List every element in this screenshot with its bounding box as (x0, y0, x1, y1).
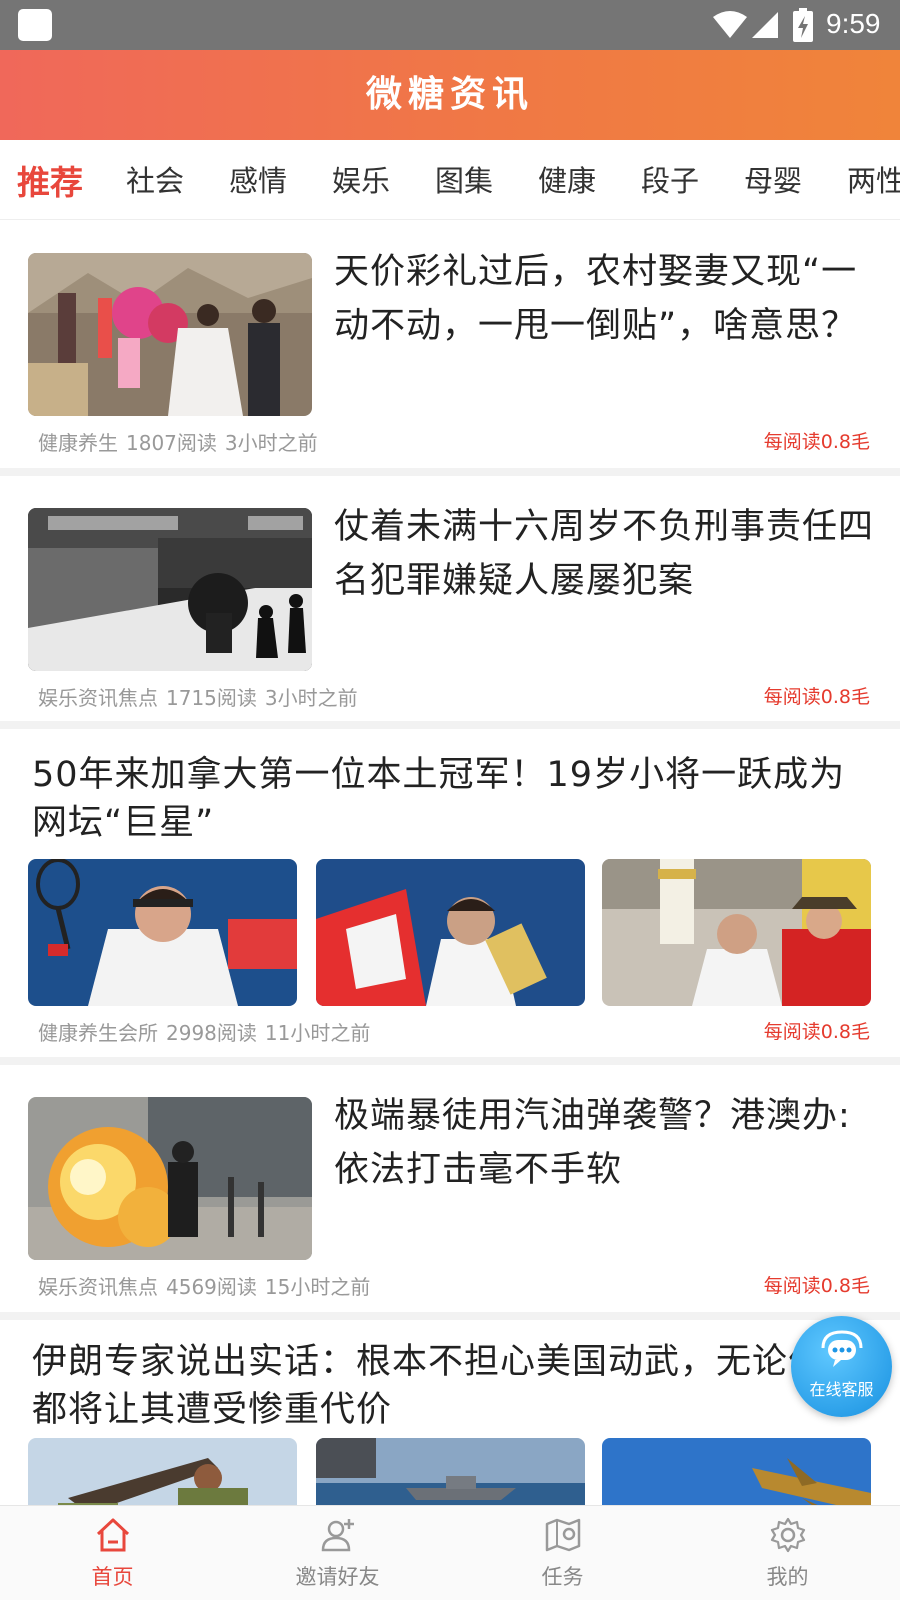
article-source: 娱乐资讯焦点 (38, 1275, 158, 1299)
page-title: 微糖资讯 (365, 74, 534, 115)
category-tabs: 推荐 社会 感情 娱乐 图集 健康 段子 母婴 两性 (0, 140, 900, 220)
news-item[interactable]: 50年来加拿大第一位本土冠军！19岁小将一跃成为网坛“巨星” 健康养生会所 29… (0, 729, 900, 1057)
nav-me-label: 我的 (766, 1565, 809, 1589)
tab-maternal[interactable]: 母婴 (744, 158, 802, 200)
article-meta: 娱乐资讯焦点 1715阅读 3小时之前 (38, 682, 366, 711)
article-time: 15小时之前 (264, 1275, 371, 1299)
tab-recommend[interactable]: 推荐 (17, 156, 83, 204)
chat-headset-icon (821, 1330, 863, 1367)
article-title[interactable]: 伊朗专家说出实话：根本不担心美国动武，无论何时都将让其遭受惨重代价 (32, 1338, 872, 1434)
surveillance-photo[interactable] (28, 508, 312, 671)
app-notification-icon (18, 9, 52, 41)
article-reads: 1807阅读 (126, 431, 217, 455)
news-item[interactable]: 仗着未满十六周岁不负刑事责任四名犯罪嫌疑人屡屡犯案 娱乐资讯焦点 1715阅读 3小… (0, 476, 900, 721)
nav-invite-label: 邀请好友 (295, 1565, 380, 1589)
article-reads: 2998阅读 (166, 1021, 257, 1045)
news-feed[interactable]: 天价彩礼过后，农村娶妻又现“一动不动，一甩一倒贴”，啥意思？ 健康养生 1807阅… (0, 221, 900, 1520)
status-bar: 9:59 (0, 0, 900, 50)
tennis-photo[interactable] (316, 859, 585, 1006)
status-time: 9:59 (826, 8, 881, 39)
article-meta: 健康养生会所 2998阅读 11小时之前 (38, 1017, 378, 1046)
online-service-label: 在线客服 (809, 1380, 874, 1399)
article-time: 3小时之前 (264, 686, 358, 710)
article-title[interactable]: 天价彩礼过后，农村娶妻又现“一动不动，一甩一倒贴”，啥意思？ (334, 245, 884, 353)
home-icon (96, 1518, 130, 1552)
article-meta: 健康养生 1807阅读 3小时之前 (38, 427, 326, 456)
tennis-photo[interactable] (602, 859, 871, 1006)
tab-society[interactable]: 社会 (126, 158, 184, 200)
tab-emotion[interactable]: 感情 (229, 158, 287, 200)
invite-friend-icon (321, 1519, 354, 1552)
news-item[interactable]: 极端暴徒用汽油弹袭警？港澳办:依法打击毫不手软 娱乐资讯焦点 4569阅读 15小时… (0, 1065, 900, 1312)
news-item[interactable]: 天价彩礼过后，农村娶妻又现“一动不动，一甩一倒贴”，啥意思？ 健康养生 1807阅… (0, 221, 900, 468)
article-source: 健康养生 (38, 431, 118, 455)
article-title[interactable]: 50年来加拿大第一位本土冠军！19岁小将一跃成为网坛“巨星” (32, 751, 872, 847)
reward-label: 每阅读0.8毛 (763, 686, 870, 708)
news-item[interactable]: 伊朗专家说出实话：根本不担心美国动武，无论何时都将让其遭受惨重代价 (0, 1320, 900, 1520)
article-reads: 4569阅读 (166, 1275, 257, 1299)
article-meta: 娱乐资讯焦点 4569阅读 15小时之前 (38, 1271, 378, 1300)
divider (0, 1057, 900, 1065)
wedding-photo[interactable] (28, 253, 312, 416)
reward-label: 每阅读0.8毛 (763, 1021, 870, 1043)
nav-me[interactable]: 我的 (675, 1506, 900, 1600)
article-source: 娱乐资讯焦点 (38, 686, 158, 710)
tab-jokes[interactable]: 段子 (641, 158, 699, 200)
fire-photo[interactable] (28, 1097, 312, 1260)
nav-tasks-label: 任务 (541, 1565, 584, 1589)
article-time: 3小时之前 (224, 431, 318, 455)
divider (0, 721, 900, 729)
app-header: 微糖资讯 (0, 50, 900, 140)
article-source: 健康养生会所 (38, 1021, 158, 1045)
reward-label: 每阅读0.8毛 (763, 431, 870, 453)
tab-relationships[interactable]: 两性 (847, 158, 900, 200)
nav-home-label: 首页 (91, 1565, 134, 1589)
tab-health[interactable]: 健康 (538, 158, 596, 200)
task-map-icon (545, 1518, 581, 1552)
battery-charging-icon (793, 8, 813, 42)
reward-label: 每阅读0.8毛 (763, 1275, 870, 1297)
settings-gear-icon (770, 1517, 806, 1553)
divider (0, 468, 900, 476)
bottom-navigation: 首页 邀请好友 任务 我的 (0, 1505, 900, 1600)
nav-tasks[interactable]: 任务 (450, 1506, 675, 1600)
tab-entertainment[interactable]: 娱乐 (332, 158, 390, 200)
online-service-button[interactable]: 在线客服 (791, 1316, 892, 1417)
tab-gallery[interactable]: 图集 (435, 158, 493, 200)
nav-invite-friends[interactable]: 邀请好友 (225, 1506, 450, 1600)
wifi-icon (713, 11, 747, 38)
tennis-photo[interactable] (28, 859, 297, 1006)
nav-home[interactable]: 首页 (0, 1506, 225, 1600)
divider (0, 1312, 900, 1320)
signal-icon (752, 12, 778, 38)
article-reads: 1715阅读 (166, 686, 257, 710)
article-time: 11小时之前 (264, 1021, 371, 1045)
article-title[interactable]: 极端暴徒用汽油弹袭警？港澳办:依法打击毫不手软 (334, 1089, 884, 1197)
article-title[interactable]: 仗着未满十六周岁不负刑事责任四名犯罪嫌疑人屡屡犯案 (334, 500, 884, 608)
